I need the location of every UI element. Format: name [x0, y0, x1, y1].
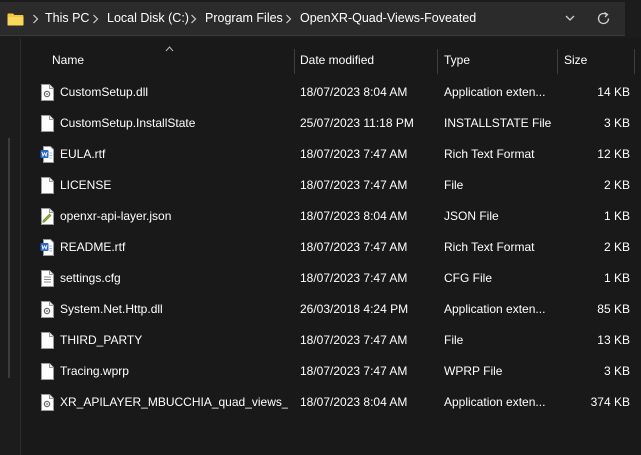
breadcrumb-current-folder[interactable]: OpenXR-Quad-Views-Foveated: [300, 2, 476, 35]
chevron-right-icon[interactable]: [284, 14, 293, 24]
file-name: EULA.rtf: [60, 147, 106, 161]
chevron-right-icon[interactable]: [189, 14, 198, 24]
column-divider[interactable]: [557, 49, 558, 74]
file-name: README.rtf: [60, 240, 126, 254]
file-row[interactable]: settings.cfg 18/07/2023 7:47 AM CFG File…: [21, 263, 641, 294]
file-type: File: [444, 178, 464, 192]
file-name: THIRD_PARTY: [60, 333, 143, 347]
breadcrumb-program-files[interactable]: Program Files: [205, 2, 283, 35]
dll-file-icon: [40, 301, 54, 318]
vertical-scrollbar[interactable]: [630, 395, 634, 421]
chevron-right-icon[interactable]: [31, 14, 40, 24]
file-size: 14 KB: [597, 85, 630, 99]
file-size: 13 KB: [597, 333, 630, 347]
file-name: System.Net.Http.dll: [60, 302, 163, 316]
file-type: File: [444, 333, 464, 347]
address-bar[interactable]: This PC Local Disk (C:) Program Files Op…: [0, 2, 625, 36]
file-size: 85 KB: [597, 302, 630, 316]
file-name: XR_APILAYER_MBUCCHIA_quad_views_f...: [60, 395, 288, 409]
generic-file-icon: [40, 115, 54, 132]
file-row[interactable]: LICENSE 18/07/2023 7:47 AM File 2 KB: [21, 170, 641, 201]
file-type: Application exten...: [444, 85, 546, 99]
column-header-date-modified[interactable]: Date modified: [300, 46, 374, 74]
file-type: Application exten...: [444, 302, 546, 316]
file-date-modified: 18/07/2023 7:47 AM: [300, 147, 408, 161]
column-divider[interactable]: [437, 49, 438, 74]
json-file-icon: [40, 208, 54, 225]
generic-file-icon: [40, 177, 54, 194]
generic-file-icon: [40, 332, 54, 349]
file-name: CustomSetup.dll: [60, 85, 149, 99]
file-type: WPRP File: [444, 364, 503, 378]
file-row[interactable]: THIRD_PARTY 18/07/2023 7:47 AM File 13 K…: [21, 325, 641, 356]
breadcrumb-local-disk[interactable]: Local Disk (C:): [107, 2, 189, 35]
folder-icon: [7, 13, 24, 26]
file-date-modified: 18/07/2023 8:04 AM: [300, 85, 408, 99]
column-divider[interactable]: [634, 49, 635, 74]
file-type: JSON File: [444, 209, 499, 223]
file-type: Rich Text Format: [444, 147, 535, 161]
dll-file-icon: [40, 394, 54, 411]
file-type: Rich Text Format: [444, 240, 535, 254]
file-size: 3 KB: [603, 364, 630, 378]
file-row[interactable]: CustomSetup.InstallState 25/07/2023 11:1…: [21, 108, 641, 139]
breadcrumb-this-pc[interactable]: This PC: [45, 2, 89, 35]
file-row[interactable]: openxr-api-layer.json 18/07/2023 8:04 AM…: [21, 201, 641, 232]
config-file-icon: [40, 270, 54, 287]
dll-file-icon: [40, 84, 54, 101]
file-name: Tracing.wprp: [60, 364, 129, 378]
file-row[interactable]: XR_APILAYER_MBUCCHIA_quad_views_f... 18/…: [21, 387, 641, 418]
column-header-size[interactable]: Size: [564, 46, 587, 74]
generic-file-icon: [40, 363, 54, 380]
file-row[interactable]: System.Net.Http.dll 26/03/2018 4:24 PM A…: [21, 294, 641, 325]
file-name: openxr-api-layer.json: [60, 209, 172, 223]
file-explorer-window: This PC Local Disk (C:) Program Files Op…: [0, 0, 641, 455]
navigation-scrollbar[interactable]: [8, 138, 10, 378]
file-row[interactable]: Tracing.wprp 18/07/2023 7:47 AM WPRP Fil…: [21, 356, 641, 387]
word-document-icon: [40, 146, 54, 163]
sort-ascending-icon: [165, 46, 174, 52]
file-size: 2 KB: [603, 178, 630, 192]
file-date-modified: 18/07/2023 7:47 AM: [300, 178, 408, 192]
navigation-pane[interactable]: [0, 38, 21, 455]
file-size: 12 KB: [597, 147, 630, 161]
file-row[interactable]: EULA.rtf 18/07/2023 7:47 AM Rich Text Fo…: [21, 139, 641, 170]
column-header-name[interactable]: Name: [52, 46, 84, 74]
file-date-modified: 18/07/2023 7:47 AM: [300, 240, 408, 254]
file-size: 374 KB: [590, 395, 630, 409]
search-box-edge[interactable]: [625, 2, 641, 35]
file-date-modified: 18/07/2023 7:47 AM: [300, 333, 408, 347]
word-document-icon: [40, 239, 54, 256]
file-size: 3 KB: [603, 116, 630, 130]
file-type: INSTALLSTATE File: [444, 116, 552, 130]
file-date-modified: 18/07/2023 7:47 AM: [300, 271, 408, 285]
file-name: LICENSE: [60, 178, 112, 192]
file-name: CustomSetup.InstallState: [60, 116, 196, 130]
chevron-down-icon[interactable]: [563, 13, 577, 23]
file-date-modified: 18/07/2023 8:04 AM: [300, 209, 408, 223]
file-type: Application exten...: [444, 395, 546, 409]
file-date-modified: 26/03/2018 4:24 PM: [300, 302, 409, 316]
file-type: CFG File: [444, 271, 492, 285]
refresh-icon[interactable]: [596, 11, 611, 26]
column-divider[interactable]: [294, 49, 295, 74]
file-date-modified: 25/07/2023 11:18 PM: [300, 116, 414, 130]
file-row[interactable]: README.rtf 18/07/2023 7:47 AM Rich Text …: [21, 232, 641, 263]
column-header-bar: Name Date modified Type Size: [21, 46, 641, 74]
file-size: 1 KB: [603, 271, 630, 285]
file-name: settings.cfg: [60, 271, 121, 285]
address-bar-container: This PC Local Disk (C:) Program Files Op…: [0, 0, 641, 38]
file-size: 2 KB: [603, 240, 630, 254]
file-row[interactable]: CustomSetup.dll 18/07/2023 8:04 AM Appli…: [21, 77, 641, 108]
chevron-right-icon[interactable]: [91, 14, 100, 24]
file-size: 1 KB: [603, 209, 630, 223]
file-date-modified: 18/07/2023 8:04 AM: [300, 395, 408, 409]
file-list: CustomSetup.dll 18/07/2023 8:04 AM Appli…: [21, 77, 641, 418]
file-date-modified: 18/07/2023 7:47 AM: [300, 364, 408, 378]
column-header-type[interactable]: Type: [444, 46, 470, 74]
